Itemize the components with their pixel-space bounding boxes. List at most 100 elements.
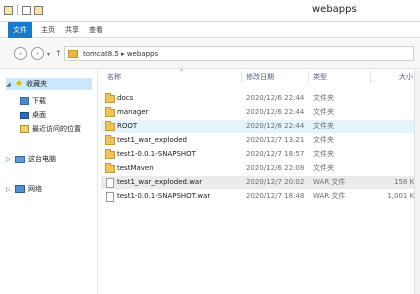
column-header-size[interactable]: 大小 (399, 70, 413, 84)
file-list: 名称 ^ 修改日期 类型 大小 docs 2020/12/6 22:44 文件夹… (99, 69, 420, 294)
folder-icon (68, 50, 78, 58)
computer-icon (15, 155, 25, 163)
nav-item-label: 桌面 (32, 111, 46, 119)
column-header-name-label: 名称 (107, 73, 121, 81)
sort-arrow-icon: ^ (179, 69, 185, 76)
tab-view[interactable]: 查看 (86, 22, 106, 38)
file-row[interactable]: ROOT 2020/12/6 22:44 文件夹 (101, 120, 419, 133)
file-row[interactable]: docs 2020/12/6 22:44 文件夹 (101, 92, 419, 105)
nav-favorites-label: 收藏夹 (26, 80, 48, 88)
nav-item-downloads[interactable]: 下载 (20, 96, 46, 106)
column-header-type[interactable]: 类型 (313, 70, 327, 84)
file-type: 文件夹 (313, 108, 334, 116)
file-size (375, 92, 419, 105)
file-row[interactable]: manager 2020/12/6 22:44 文件夹 (101, 106, 419, 119)
nav-favorites[interactable]: ◢ ★ 收藏夹 (6, 78, 92, 90)
file-date: 2020/12/6 22:08 (246, 164, 305, 172)
folder-icon (105, 121, 115, 131)
nav-this-pc-label: 这台电脑 (28, 155, 56, 163)
war-file-icon (106, 178, 114, 188)
nav-item-desktop[interactable]: 桌面 (20, 110, 46, 120)
file-row[interactable]: test1-0.0.1-SNAPSHOT 2020/12/7 18:57 文件夹 (101, 148, 419, 161)
window-title: webapps (312, 4, 357, 15)
file-date: 2020/12/7 18:48 (246, 192, 305, 200)
navigation-bar: ‹ › ▾ ↑ tomcat8.5 ▸ webapps (0, 39, 420, 69)
divider[interactable] (308, 71, 309, 83)
nav-item-label: 最近访问的位置 (32, 125, 81, 133)
network-icon (15, 185, 25, 193)
file-name: manager (117, 108, 149, 116)
file-size: 1,001 KB (387, 192, 419, 200)
file-date: 2020/12/7 20:02 (246, 178, 305, 186)
file-size (375, 148, 419, 161)
vertical-scrollbar[interactable] (414, 70, 420, 294)
file-date: 2020/12/6 22:44 (246, 108, 305, 116)
properties-icon[interactable] (22, 5, 31, 15)
file-row[interactable]: test1_war_exploded.war 2020/12/7 20:02 W… (101, 176, 419, 189)
file-row[interactable]: testMaven 2020/12/6 22:08 文件夹 (101, 162, 419, 175)
nav-item-recent[interactable]: 最近访问的位置 (20, 124, 81, 134)
file-size: 158 KB (394, 178, 419, 186)
file-size (375, 162, 419, 175)
file-type: WAR 文件 (313, 178, 346, 186)
file-name: test1_war_exploded.war (117, 178, 203, 186)
file-type: 文件夹 (313, 94, 334, 102)
file-type: 文件夹 (313, 122, 334, 130)
quick-access-toolbar (4, 5, 43, 15)
folder-icon (105, 149, 115, 159)
desktop-icon (20, 111, 29, 119)
file-date: 2020/12/7 18:57 (246, 150, 305, 158)
nav-network-label: 网络 (28, 185, 42, 193)
chevron-right-icon[interactable]: ▷ (6, 186, 12, 193)
recent-locations-dropdown[interactable]: ▾ (47, 51, 50, 58)
divider (17, 5, 18, 15)
nav-network[interactable]: ▷ 网络 (6, 184, 42, 194)
column-header-name[interactable]: 名称 (107, 70, 121, 84)
file-type: WAR 文件 (313, 192, 346, 200)
recent-places-icon (20, 125, 29, 133)
file-type: 文件夹 (313, 164, 334, 172)
file-name: ROOT (117, 122, 138, 130)
address-bar[interactable]: tomcat8.5 ▸ webapps (64, 46, 414, 61)
file-name: testMaven (117, 164, 154, 172)
divider[interactable] (370, 71, 371, 83)
tab-share[interactable]: 共享 (62, 22, 82, 38)
file-name: test1-0.0.1-SNAPSHOT (117, 150, 196, 158)
navigation-pane: ◢ ★ 收藏夹 下载 桌面 最近访问的位置 ▷ 这台电脑 ▷ 网络 (0, 70, 98, 294)
chevron-down-icon[interactable]: ◢ (6, 81, 12, 88)
folder-icon (105, 107, 115, 117)
nav-item-label: 下载 (32, 97, 46, 105)
forward-button[interactable]: › (31, 47, 44, 60)
address-path: tomcat8.5 ▸ webapps (83, 50, 159, 58)
back-button[interactable]: ‹ (14, 47, 27, 60)
star-icon: ★ (15, 78, 24, 89)
file-size (375, 106, 419, 119)
file-type: 文件夹 (313, 150, 334, 158)
tab-home[interactable]: 主页 (38, 22, 58, 38)
folder-icon (105, 93, 115, 103)
chevron-right-icon[interactable]: ▷ (6, 156, 12, 163)
file-size (375, 134, 419, 147)
folder-icon (105, 163, 115, 173)
downloads-icon (20, 97, 29, 105)
nav-this-pc[interactable]: ▷ 这台电脑 (6, 154, 56, 164)
file-date: 2020/12/6 22:44 (246, 122, 305, 130)
file-type: 文件夹 (313, 136, 334, 144)
divider[interactable] (241, 71, 242, 83)
file-name: test1-0.0.1-SNAPSHOT.war (117, 192, 211, 200)
column-header-date[interactable]: 修改日期 (246, 70, 274, 84)
file-name: docs (117, 94, 134, 102)
file-name: test1_war_exploded (117, 136, 187, 144)
up-button[interactable]: ↑ (55, 49, 62, 58)
file-date: 2020/12/7 13:21 (246, 136, 305, 144)
ribbon: 文件 主页 共享 查看 (0, 22, 420, 38)
folder-icon (105, 135, 115, 145)
file-size (375, 120, 419, 133)
war-file-icon (106, 192, 114, 202)
file-row[interactable]: test1_war_exploded 2020/12/7 13:21 文件夹 (101, 134, 419, 147)
file-row[interactable]: test1-0.0.1-SNAPSHOT.war 2020/12/7 18:48… (101, 190, 419, 203)
folder-icon[interactable] (4, 5, 13, 15)
file-date: 2020/12/6 22:44 (246, 94, 305, 102)
tab-file[interactable]: 文件 (8, 22, 32, 38)
new-folder-icon[interactable] (34, 5, 43, 15)
